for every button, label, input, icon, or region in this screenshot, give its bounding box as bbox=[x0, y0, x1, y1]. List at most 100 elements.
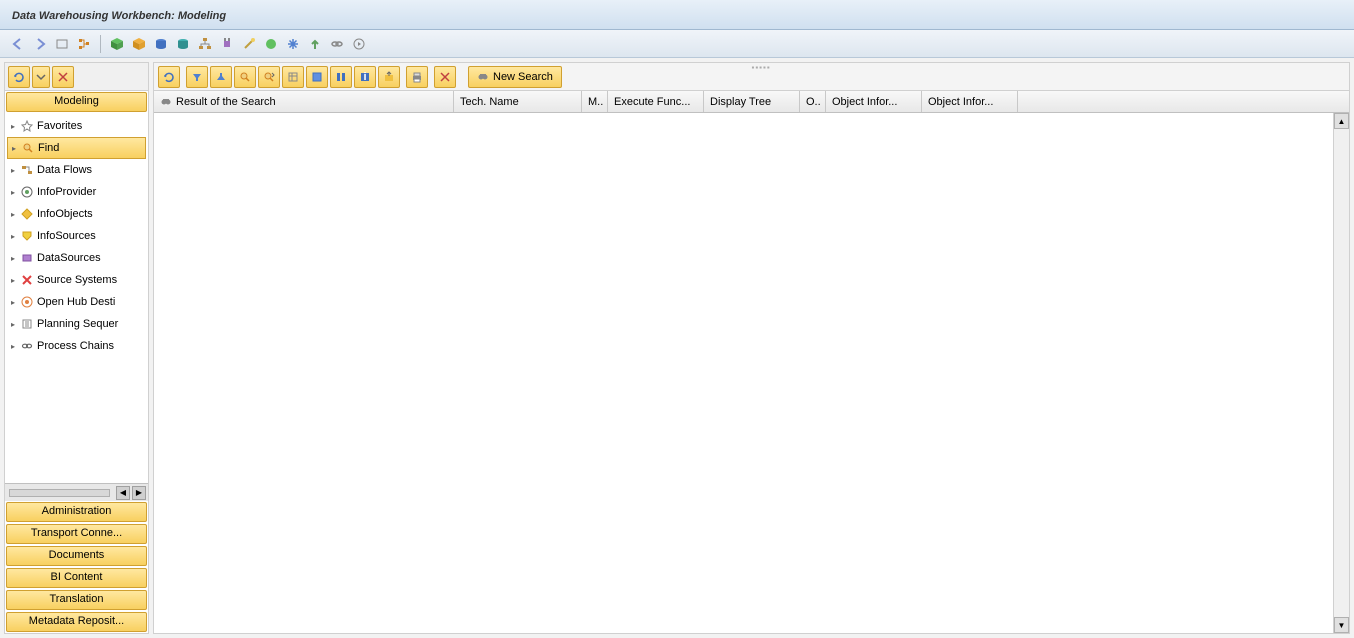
col-displaytree[interactable]: Display Tree bbox=[704, 91, 800, 112]
cylinder-blue-button[interactable] bbox=[151, 34, 171, 54]
panel-grip[interactable]: ▪▪▪▪▪ bbox=[752, 63, 771, 72]
new-search-button[interactable]: New Search bbox=[468, 66, 562, 88]
tree-label: InfoProvider bbox=[37, 186, 96, 198]
tree-item-planning[interactable]: ▸ Planning Sequer bbox=[7, 313, 146, 335]
tree-item-datasources[interactable]: ▸ DataSources bbox=[7, 247, 146, 269]
col-label: O.. bbox=[806, 96, 821, 108]
info-button[interactable]: i bbox=[354, 66, 376, 88]
tree-item-dataflows[interactable]: ▸ Data Flows bbox=[7, 159, 146, 181]
forward-button[interactable] bbox=[30, 34, 50, 54]
export-button[interactable] bbox=[378, 66, 400, 88]
find-icon bbox=[21, 141, 35, 155]
expand-button[interactable] bbox=[32, 66, 50, 88]
scroll-up-button[interactable]: ▲ bbox=[1334, 113, 1349, 129]
link-button[interactable] bbox=[327, 34, 347, 54]
modeling-header[interactable]: Modeling bbox=[6, 92, 147, 112]
scroll-down-button[interactable]: ▼ bbox=[1334, 617, 1349, 633]
hierarchy-button[interactable] bbox=[195, 34, 215, 54]
refresh-button[interactable] bbox=[8, 66, 30, 88]
page-title: Data Warehousing Workbench: Modeling bbox=[12, 10, 226, 22]
tree-bullet: ▸ bbox=[11, 166, 17, 175]
filter-up-button[interactable] bbox=[210, 66, 232, 88]
col-result[interactable]: Result of the Search bbox=[154, 91, 454, 112]
tree-item-infoprovider[interactable]: ▸ InfoProvider bbox=[7, 181, 146, 203]
documents-button[interactable]: Documents bbox=[6, 546, 147, 566]
tree-button[interactable] bbox=[74, 34, 94, 54]
tree-label: Find bbox=[38, 142, 59, 154]
favorites-icon bbox=[20, 119, 34, 133]
back-button[interactable] bbox=[8, 34, 28, 54]
select-all-button[interactable] bbox=[306, 66, 328, 88]
planning-icon bbox=[20, 317, 34, 331]
cube-orange-button[interactable] bbox=[129, 34, 149, 54]
scroll-right-button[interactable]: ▶ bbox=[132, 486, 146, 500]
star-blue-button[interactable] bbox=[283, 34, 303, 54]
vertical-scrollbar[interactable]: ▲ ▼ bbox=[1333, 113, 1349, 633]
scroll-track[interactable] bbox=[9, 489, 110, 497]
tree-label: Planning Sequer bbox=[37, 318, 118, 330]
plug-button[interactable] bbox=[217, 34, 237, 54]
tree-bullet: ▸ bbox=[11, 342, 17, 351]
tree-bullet: ▸ bbox=[11, 122, 17, 131]
tree-item-infoobjects[interactable]: ▸ InfoObjects bbox=[7, 203, 146, 225]
tree-item-favorites[interactable]: ▸ Favorites bbox=[7, 115, 146, 137]
tree-bullet: ▸ bbox=[11, 298, 17, 307]
tree-label: Source Systems bbox=[37, 274, 117, 286]
left-panel: Modeling ▸ Favorites ▸ Find ▸ Data Flows… bbox=[4, 62, 149, 634]
col-execute[interactable]: Execute Func... bbox=[608, 91, 704, 112]
metadata-button[interactable]: Metadata Reposit... bbox=[6, 612, 147, 632]
up-arrow-button[interactable] bbox=[305, 34, 325, 54]
col-label: Object Infor... bbox=[928, 96, 993, 108]
col-filler bbox=[1018, 91, 1349, 112]
tree-bullet: ▸ bbox=[11, 232, 17, 241]
sourcesystems-icon bbox=[20, 273, 34, 287]
tree-item-processchains[interactable]: ▸ Process Chains bbox=[7, 335, 146, 357]
print-button[interactable] bbox=[406, 66, 428, 88]
bicontent-button[interactable]: BI Content bbox=[6, 568, 147, 588]
scroll-left-button[interactable]: ◀ bbox=[116, 486, 130, 500]
tree-bullet: ▸ bbox=[11, 254, 17, 263]
col-o[interactable]: O.. bbox=[800, 91, 826, 112]
col-m[interactable]: M.. bbox=[582, 91, 608, 112]
col-label: Object Infor... bbox=[832, 96, 897, 108]
col-objinfo1[interactable]: Object Infor... bbox=[826, 91, 922, 112]
wand-button[interactable] bbox=[239, 34, 259, 54]
play-button[interactable] bbox=[349, 34, 369, 54]
tree-bullet: ▸ bbox=[12, 144, 18, 153]
right-panel: ▪▪▪▪▪ i New Search bbox=[153, 62, 1350, 634]
tree-label: Process Chains bbox=[37, 340, 114, 352]
close-button[interactable] bbox=[434, 66, 456, 88]
transport-button[interactable]: Transport Conne... bbox=[6, 524, 147, 544]
left-top-toolbar bbox=[5, 63, 148, 91]
title-bar: Data Warehousing Workbench: Modeling bbox=[0, 0, 1354, 30]
nav-tree: ▸ Favorites ▸ Find ▸ Data Flows ▸ InfoPr… bbox=[5, 113, 148, 483]
tree-item-find[interactable]: ▸ Find bbox=[7, 137, 146, 159]
refresh-results-button[interactable] bbox=[158, 66, 180, 88]
filter-down-button[interactable] bbox=[186, 66, 208, 88]
columns-button[interactable] bbox=[330, 66, 352, 88]
new-search-label: New Search bbox=[493, 71, 553, 83]
infoprovider-icon bbox=[20, 185, 34, 199]
close-panel-button[interactable] bbox=[52, 66, 74, 88]
tree-item-openhub[interactable]: ▸ Open Hub Desti bbox=[7, 291, 146, 313]
col-objinfo2[interactable]: Object Infor... bbox=[922, 91, 1018, 112]
star-green-button[interactable] bbox=[261, 34, 281, 54]
col-techname[interactable]: Tech. Name bbox=[454, 91, 582, 112]
dataflows-icon bbox=[20, 163, 34, 177]
translation-button[interactable]: Translation bbox=[6, 590, 147, 610]
layout-button[interactable] bbox=[282, 66, 304, 88]
window-button[interactable] bbox=[52, 34, 72, 54]
col-label: Display Tree bbox=[710, 96, 771, 108]
find-button[interactable] bbox=[234, 66, 256, 88]
tree-item-sourcesystems[interactable]: ▸ Source Systems bbox=[7, 269, 146, 291]
cube-green-button[interactable] bbox=[107, 34, 127, 54]
find-next-button[interactable] bbox=[258, 66, 280, 88]
tree-label: Open Hub Desti bbox=[37, 296, 115, 308]
cylinder-teal-button[interactable] bbox=[173, 34, 193, 54]
tree-bullet: ▸ bbox=[11, 320, 17, 329]
infosources-icon bbox=[20, 229, 34, 243]
col-label: M.. bbox=[588, 96, 603, 108]
result-area: ▲ ▼ bbox=[154, 113, 1349, 633]
administration-button[interactable]: Administration bbox=[6, 502, 147, 522]
tree-item-infosources[interactable]: ▸ InfoSources bbox=[7, 225, 146, 247]
